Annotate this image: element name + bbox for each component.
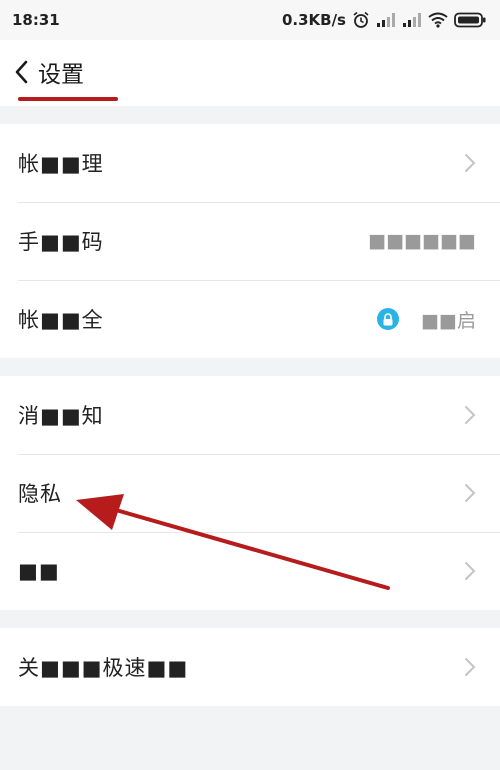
status-icons: 0.3KB/s — [282, 11, 486, 29]
status-time: 18:31 — [12, 11, 60, 29]
row-label: 手■■码 — [18, 230, 104, 254]
lock-icon — [377, 308, 400, 330]
signal-icon — [403, 13, 421, 27]
signal-icon — [377, 13, 395, 27]
status-bar: 18:31 0.3KB/s — [0, 0, 500, 40]
settings-row-notifications[interactable]: 消■■知 — [0, 376, 500, 454]
row-label: 关■■■极速■■ — [18, 656, 189, 680]
settings-row-account-security[interactable]: 帐■■全 ■■启 — [0, 280, 500, 358]
settings-group-about: 关■■■极速■■ — [0, 628, 500, 706]
chevron-right-icon — [465, 406, 476, 424]
row-label: ■■ — [18, 559, 60, 583]
chevron-right-icon — [465, 562, 476, 580]
settings-row-general[interactable]: ■■ — [0, 532, 500, 610]
settings-group-account: 帐■■理 手■■码 ■■■■■■ 帐■■全 ■■启 — [0, 124, 500, 358]
chevron-right-icon — [465, 658, 476, 676]
row-label: 帐■■全 — [18, 308, 104, 332]
chevron-left-icon[interactable] — [14, 60, 28, 84]
row-label: 消■■知 — [18, 404, 104, 428]
title-underline — [18, 97, 118, 101]
settings-row-account-management[interactable]: 帐■■理 — [0, 124, 500, 202]
net-speed: 0.3KB/s — [281, 11, 346, 29]
app-header: 设置 — [0, 40, 500, 106]
settings-group-general: 消■■知 隐私 ■■ — [0, 376, 500, 610]
row-value: ■■启 — [421, 309, 476, 332]
page-title: 设置 — [38, 62, 84, 88]
row-label: 帐■■理 — [18, 152, 104, 176]
settings-row-phone-number[interactable]: 手■■码 ■■■■■■ — [0, 202, 500, 280]
wifi-icon — [428, 12, 448, 28]
chevron-right-icon — [465, 154, 476, 172]
back-button[interactable]: 设置 — [14, 54, 84, 90]
alarm-icon — [353, 11, 369, 28]
settings-row-about[interactable]: 关■■■极速■■ — [0, 628, 500, 706]
chevron-right-icon — [465, 484, 476, 502]
battery-icon — [454, 12, 486, 28]
settings-row-privacy[interactable]: 隐私 — [0, 454, 500, 532]
row-value: ■■■■■■ — [368, 230, 476, 252]
row-label: 隐私 — [18, 482, 62, 506]
